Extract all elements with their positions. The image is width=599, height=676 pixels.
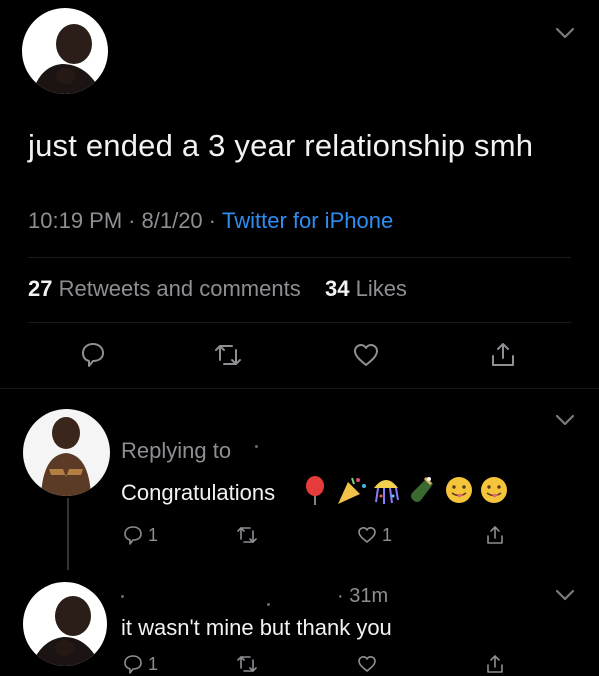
like-count: 1 xyxy=(382,524,393,545)
replying-to-label: Replying to xyxy=(121,438,232,463)
tweet-source-link[interactable]: Twitter for iPhone xyxy=(222,208,393,233)
share-button[interactable] xyxy=(484,523,506,547)
retweet-icon xyxy=(215,345,241,365)
reply-icon xyxy=(124,655,142,674)
like-button[interactable] xyxy=(351,340,381,370)
party-popper-emoji xyxy=(334,474,368,506)
like-button[interactable]: 1 xyxy=(356,523,392,547)
reply-button[interactable]: 1 xyxy=(122,652,158,676)
separator-dot: · xyxy=(128,208,136,233)
reply-button[interactable]: 1 xyxy=(122,523,158,547)
retweets-count[interactable]: 27 xyxy=(28,276,52,301)
avatar[interactable] xyxy=(23,582,107,666)
reply-count: 1 xyxy=(148,524,159,545)
retweet-icon xyxy=(237,656,257,672)
retweet-button[interactable] xyxy=(236,652,258,676)
reply-button[interactable] xyxy=(78,340,108,370)
likes-label[interactable]: Likes xyxy=(356,276,407,301)
divider xyxy=(28,257,571,258)
chevron-down-icon[interactable] xyxy=(553,412,577,428)
share-button[interactable] xyxy=(488,340,518,370)
bottle-emoji xyxy=(405,474,437,506)
like-button[interactable] xyxy=(356,652,378,676)
reply-text: it wasn't mine but thank you xyxy=(121,615,392,640)
tweet-date: 8/1/20 xyxy=(141,208,203,233)
tweet-text: just ended a 3 year relationship smh xyxy=(28,128,534,163)
divider xyxy=(28,322,571,323)
tweet-metadata: 10:19 PM · 8/1/20 · Twitter for iPhone xyxy=(28,208,393,234)
chevron-down-icon[interactable] xyxy=(553,25,577,41)
tweet-stats: 27 Retweets and comments 34 Likes xyxy=(28,276,407,302)
tongue-face-emoji xyxy=(443,474,475,506)
tongue-face-emoji xyxy=(478,474,510,506)
heart-icon xyxy=(358,527,376,543)
retweet-icon xyxy=(237,527,257,543)
balloon-emoji xyxy=(302,474,328,506)
share-button[interactable] xyxy=(484,652,506,676)
tweet-time: 10:19 PM xyxy=(28,208,123,233)
separator-dot: · xyxy=(208,208,216,233)
divider xyxy=(0,388,599,389)
reply-icon xyxy=(82,343,104,367)
likes-count[interactable]: 34 xyxy=(325,276,349,301)
retweet-button[interactable] xyxy=(236,523,258,547)
thread-line xyxy=(67,498,69,570)
reply-count: 1 xyxy=(148,653,159,674)
retweets-label[interactable]: Retweets and comments xyxy=(59,276,301,301)
speck xyxy=(121,595,124,598)
avatar[interactable] xyxy=(23,409,110,496)
heart-icon xyxy=(358,656,376,672)
share-icon xyxy=(487,526,503,544)
speck xyxy=(255,445,258,448)
reply-text: Congratulations xyxy=(121,480,276,505)
reply-time: · 31m xyxy=(337,585,389,607)
share-icon xyxy=(487,655,503,673)
chevron-down-icon[interactable] xyxy=(553,587,577,603)
heart-icon xyxy=(354,344,378,366)
share-icon xyxy=(492,343,514,366)
speck xyxy=(267,603,270,606)
confetti-ball-emoji xyxy=(368,474,404,506)
retweet-button[interactable] xyxy=(213,340,243,370)
reply-icon xyxy=(124,526,142,545)
avatar[interactable] xyxy=(22,8,108,94)
